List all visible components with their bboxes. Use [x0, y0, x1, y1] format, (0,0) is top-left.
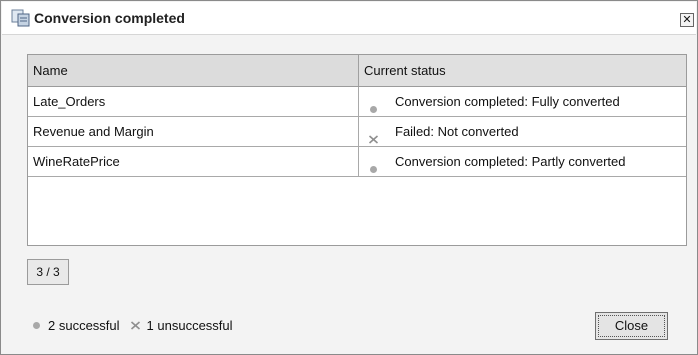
row-name: Late_Orders	[28, 87, 359, 116]
successful-count: 2 successful	[48, 318, 120, 333]
row-status-text: Conversion completed: Partly converted	[395, 154, 626, 169]
success-dot-icon	[368, 156, 379, 173]
table-row[interactable]: WineRatePrice Conversion completed: Part…	[28, 147, 686, 177]
conversion-table: Name Current status Late_Orders Conversi…	[27, 54, 687, 246]
close-window-icon[interactable]: ✕	[680, 13, 694, 27]
column-header-status[interactable]: Current status	[359, 55, 686, 86]
table-row[interactable]: Revenue and Margin Failed: Not converted	[28, 117, 686, 147]
row-status: Conversion completed: Fully converted	[359, 87, 686, 116]
fail-x-icon	[130, 318, 141, 330]
conversion-dialog: Conversion completed ✕ Name Current stat…	[0, 0, 698, 355]
page-indicator: 3 / 3	[27, 259, 69, 285]
conversion-summary: 2 successful 1 unsuccessful	[31, 317, 243, 335]
row-name: WineRatePrice	[28, 147, 359, 176]
dialog-title: Conversion completed	[34, 10, 185, 26]
unsuccessful-count: 1 unsuccessful	[146, 318, 233, 333]
success-dot-icon	[368, 96, 379, 113]
row-status: Failed: Not converted	[359, 117, 686, 146]
fail-x-icon	[368, 126, 379, 144]
close-button-label: Close	[598, 315, 665, 337]
table-header: Name Current status	[28, 55, 686, 87]
row-status-text: Failed: Not converted	[395, 124, 519, 139]
conversion-app-icon	[11, 9, 31, 27]
close-button[interactable]: Close	[595, 312, 668, 340]
column-header-name[interactable]: Name	[28, 55, 359, 86]
row-status-text: Conversion completed: Fully converted	[395, 94, 620, 109]
success-dot-icon	[31, 318, 42, 329]
title-bar: Conversion completed ✕	[2, 2, 696, 35]
row-status: Conversion completed: Partly converted	[359, 147, 686, 176]
table-row[interactable]: Late_Orders Conversion completed: Fully …	[28, 87, 686, 117]
row-name: Revenue and Margin	[28, 117, 359, 146]
